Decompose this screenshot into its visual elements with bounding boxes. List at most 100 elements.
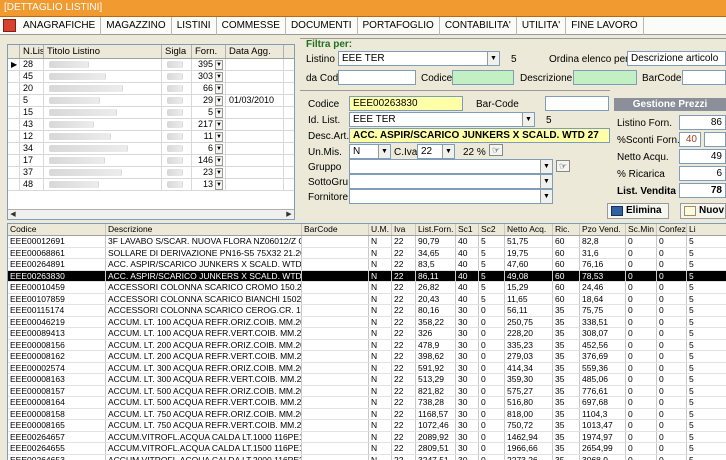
col-sc-min[interactable]: Sc.Min bbox=[626, 224, 657, 235]
listino-forn-cell[interactable]: 66 ▼ bbox=[192, 83, 226, 94]
dacod-input[interactable] bbox=[338, 70, 416, 85]
article-row[interactable]: EEE00008157 ACCUM. LT. 500 ACQUA REFR.ORI… bbox=[8, 385, 726, 397]
col-sc2[interactable]: Sc2 bbox=[479, 224, 505, 235]
listini-row[interactable]: 45 303 ▼ bbox=[8, 71, 294, 83]
article-row[interactable]: EEE00008163 ACCUM. LT. 300 ACQUA REFR.VER… bbox=[8, 374, 726, 386]
descart-input[interactable]: ACC. ASPIR/SCARICO JUNKERS X SCALD. WTD … bbox=[349, 128, 610, 143]
listini-row[interactable]: 5 29 ▼ 01/03/2010 bbox=[8, 95, 294, 107]
gruppo-select[interactable] bbox=[349, 159, 553, 174]
listino-forn-cell[interactable]: 11 ▼ bbox=[192, 131, 226, 142]
menu-documenti[interactable]: DOCUMENTI bbox=[286, 16, 358, 35]
gruppo-hand-icon[interactable]: ☞ bbox=[556, 160, 570, 172]
article-row[interactable]: EEE00264653 ACCUM.VITROFL.ACQUA CALDA LT.… bbox=[8, 454, 726, 460]
col-codice[interactable]: Codice bbox=[8, 224, 106, 235]
article-row[interactable]: EEE00115174 ACCESSORI COLONNA SCARICO CER… bbox=[8, 305, 726, 317]
sconto2-input[interactable] bbox=[704, 132, 726, 147]
row-selector[interactable] bbox=[8, 71, 20, 82]
descrizione-filter-input[interactable] bbox=[573, 70, 637, 85]
ordina-select[interactable]: Descrizione articolo bbox=[627, 51, 726, 66]
listino-filter-select[interactable]: EEE TER bbox=[338, 51, 500, 66]
civa-select[interactable]: 22 bbox=[417, 144, 455, 159]
col-nlis[interactable]: N.Lis bbox=[20, 45, 44, 58]
col-iva[interactable]: Iva bbox=[392, 224, 416, 235]
col-um[interactable]: U.M. bbox=[369, 224, 392, 235]
col-sigla[interactable]: Sigla bbox=[162, 45, 192, 58]
listini-row[interactable]: 17 146 ▼ bbox=[8, 155, 294, 167]
idlist-select[interactable]: EEE TER bbox=[349, 112, 535, 127]
listino-forn-cell[interactable]: 303 ▼ bbox=[192, 71, 226, 82]
listino-forn-cell[interactable]: 395 ▼ bbox=[192, 59, 226, 70]
article-row[interactable]: EEE00263830 ACC. ASPIR/SCARICO JUNKERS X … bbox=[8, 270, 726, 282]
barcode-filter-input[interactable] bbox=[682, 70, 726, 85]
article-row[interactable]: EEE00089413 ACCUM. LT. 100 ACQUA REFR.VER… bbox=[8, 328, 726, 340]
vendita-input[interactable]: 78 bbox=[679, 183, 726, 198]
row-selector[interactable] bbox=[8, 167, 20, 178]
scroll-right-icon[interactable]: ▶ bbox=[284, 210, 294, 219]
menu-utilita[interactable]: UTILITA' bbox=[517, 16, 567, 35]
menu-fine-lavoro[interactable]: FINE LAVORO bbox=[566, 16, 644, 35]
article-row[interactable]: EEE00264655 ACCUM.VITROFL.ACQUA CALDA LT.… bbox=[8, 443, 726, 455]
article-row[interactable]: EEE00008158 ACCUM. LT. 750 ACQUA REFR.ORI… bbox=[8, 408, 726, 420]
col-netto-acq[interactable]: Netto Acq. bbox=[505, 224, 553, 235]
col-titolo-listino[interactable]: Titolo Listino bbox=[44, 45, 162, 58]
listini-row[interactable]: 12 11 ▼ bbox=[8, 131, 294, 143]
menu-listini[interactable]: LISTINI bbox=[172, 16, 217, 35]
col-forn[interactable]: Forn. bbox=[192, 45, 226, 58]
menu-contabilita[interactable]: CONTABILITA' bbox=[440, 16, 517, 35]
col-data-agg[interactable]: Data Agg. bbox=[226, 45, 284, 58]
row-selector[interactable] bbox=[8, 107, 20, 118]
article-row[interactable]: EEE00068861 SOLLARE DI DERIVAZIONE PN16-S… bbox=[8, 247, 726, 259]
pointer-hand-icon[interactable]: ☞ bbox=[489, 144, 503, 156]
row-selector[interactable] bbox=[8, 143, 20, 154]
col-barcode[interactable]: BarCode bbox=[302, 224, 369, 235]
netto-input[interactable]: 49 bbox=[679, 149, 726, 164]
nuovo-button[interactable]: Nuov bbox=[680, 203, 726, 219]
listini-row[interactable]: 43 217 ▼ bbox=[8, 119, 294, 131]
col-confez[interactable]: Confez bbox=[657, 224, 687, 235]
row-selector[interactable] bbox=[8, 155, 20, 166]
menu-magazzino[interactable]: MAGAZZINO bbox=[101, 16, 172, 35]
article-row[interactable]: EEE00264657 ACCUM.VITROFL.ACQUA CALDA LT.… bbox=[8, 431, 726, 443]
ricarica-input[interactable]: 6 bbox=[679, 166, 726, 181]
row-selector[interactable] bbox=[8, 179, 20, 190]
article-row[interactable]: EEE00010459 ACCESSORI COLONNA SCARICO CRO… bbox=[8, 282, 726, 294]
barcode-input[interactable] bbox=[545, 96, 609, 111]
col-descrizione[interactable]: Descrizione bbox=[106, 224, 302, 235]
articles-grid[interactable]: Codice Descrizione BarCode U.M. Iva List.Forn… bbox=[7, 223, 726, 460]
sconto1-input[interactable]: 40 bbox=[679, 132, 701, 147]
codice-input[interactable]: EEE00263830 bbox=[349, 96, 463, 111]
listini-row[interactable]: 20 66 ▼ bbox=[8, 83, 294, 95]
codice-filter-input[interactable] bbox=[452, 70, 514, 85]
col-pzo-vend[interactable]: Pzo Vend. bbox=[580, 224, 626, 235]
row-selector[interactable] bbox=[8, 119, 20, 130]
listini-row[interactable]: 15 5 ▼ bbox=[8, 107, 294, 119]
listino-forn-input[interactable]: 86 bbox=[679, 115, 726, 130]
listini-grid[interactable]: N.Lis Titolo Listino Sigla Forn. Data Ag… bbox=[7, 44, 295, 220]
article-row[interactable]: EEE00107859 ACCESSORI COLONNA SCARICO BIA… bbox=[8, 293, 726, 305]
article-row[interactable]: EEE00008164 ACCUM. LT. 500 ACQUA REFR.VER… bbox=[8, 397, 726, 409]
listino-forn-cell[interactable]: 5 ▼ bbox=[192, 107, 226, 118]
article-row[interactable]: EEE00264891 ACC. ASPIR/SCARICO JUNKERS X … bbox=[8, 259, 726, 271]
unmis-select[interactable]: N bbox=[349, 144, 391, 159]
elimina-button[interactable]: Elimina bbox=[607, 203, 669, 219]
col-sc1[interactable]: Sc1 bbox=[456, 224, 479, 235]
fornitore-select[interactable] bbox=[349, 189, 553, 204]
listini-row[interactable]: ▶ 28 395 ▼ bbox=[8, 59, 294, 71]
row-selector[interactable] bbox=[8, 131, 20, 142]
article-row[interactable]: EEE00008156 ACCUM. LT. 200 ACQUA REFR.ORI… bbox=[8, 339, 726, 351]
listini-row[interactable]: 34 6 ▼ bbox=[8, 143, 294, 155]
article-row[interactable]: EEE00008162 ACCUM. LT. 200 ACQUA REFR.VER… bbox=[8, 351, 726, 363]
listino-forn-cell[interactable]: 6 ▼ bbox=[192, 143, 226, 154]
sottogru-select[interactable] bbox=[349, 174, 553, 189]
row-selector[interactable]: ▶ bbox=[8, 59, 20, 70]
app-menu-icon[interactable] bbox=[0, 17, 18, 35]
article-row[interactable]: EEE00008165 ACCUM. LT. 750 ACQUA REFR.VER… bbox=[8, 420, 726, 432]
row-selector[interactable] bbox=[8, 83, 20, 94]
menu-commesse[interactable]: COMMESSE bbox=[217, 16, 286, 35]
listino-forn-cell[interactable]: 23 ▼ bbox=[192, 167, 226, 178]
listino-forn-cell[interactable]: 217 ▼ bbox=[192, 119, 226, 130]
article-row[interactable]: EEE00002574 ACCUM. LT. 300 ACQUA REFR.ORI… bbox=[8, 362, 726, 374]
listino-forn-cell[interactable]: 29 ▼ bbox=[192, 95, 226, 106]
listini-horizontal-scrollbar[interactable]: ◀ ▶ bbox=[8, 209, 294, 219]
menu-anagrafiche[interactable]: ANAGRAFICHE bbox=[18, 16, 102, 35]
